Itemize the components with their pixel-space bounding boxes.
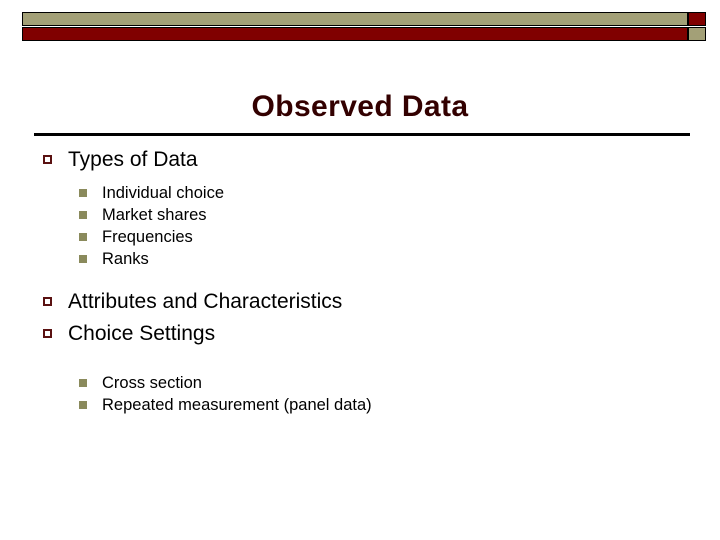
- hollow-square-bullet-icon: [43, 155, 52, 164]
- bullet-level2: Frequencies: [0, 226, 720, 248]
- bullet-level2-label: Cross section: [102, 374, 202, 392]
- filled-square-bullet-icon: [79, 379, 87, 387]
- header-banner: [22, 12, 706, 42]
- bullet-level2-label: Frequencies: [102, 228, 193, 246]
- bullet-level2-label: Individual choice: [102, 184, 224, 202]
- bullet-level2-label: Market shares: [102, 206, 207, 224]
- filled-square-bullet-icon: [79, 211, 87, 219]
- hollow-square-bullet-icon: [43, 297, 52, 306]
- filled-square-bullet-icon: [79, 189, 87, 197]
- slide: Observed Data Types of Data Individual c…: [0, 0, 720, 540]
- filled-square-bullet-icon: [79, 401, 87, 409]
- banner-square-top-right: [688, 12, 706, 26]
- bullet-level2-group: Individual choice Market shares Frequenc…: [0, 182, 720, 270]
- bullet-level1: Types of Data: [0, 146, 720, 176]
- bullet-level2: Market shares: [0, 204, 720, 226]
- bullet-level2: Ranks: [0, 248, 720, 270]
- filled-square-bullet-icon: [79, 255, 87, 263]
- bullet-level2: Repeated measurement (panel data): [0, 394, 720, 416]
- banner-square-bottom-right: [688, 27, 706, 41]
- bullet-level2-group: Cross section Repeated measurement (pane…: [0, 372, 720, 416]
- slide-body: Types of Data Individual choice Market s…: [0, 146, 720, 426]
- filled-square-bullet-icon: [79, 233, 87, 241]
- bullet-level1-label: Types of Data: [68, 148, 198, 171]
- bullet-level1: Choice Settings: [0, 320, 720, 350]
- bullet-level2-label: Ranks: [102, 250, 149, 268]
- hollow-square-bullet-icon: [43, 329, 52, 338]
- bullet-level1-label: Attributes and Characteristics: [68, 290, 343, 313]
- bullet-level2-label: Repeated measurement (panel data): [102, 396, 372, 414]
- bullet-level2: Individual choice: [0, 182, 720, 204]
- banner-bar-maroon: [22, 27, 688, 41]
- bullet-level1-label: Choice Settings: [68, 322, 216, 345]
- title-divider: [34, 133, 690, 136]
- slide-title: Observed Data: [251, 90, 469, 123]
- banner-bar-olive: [22, 12, 688, 26]
- bullet-level2: Cross section: [0, 372, 720, 394]
- bullet-level1: Attributes and Characteristics: [0, 288, 720, 318]
